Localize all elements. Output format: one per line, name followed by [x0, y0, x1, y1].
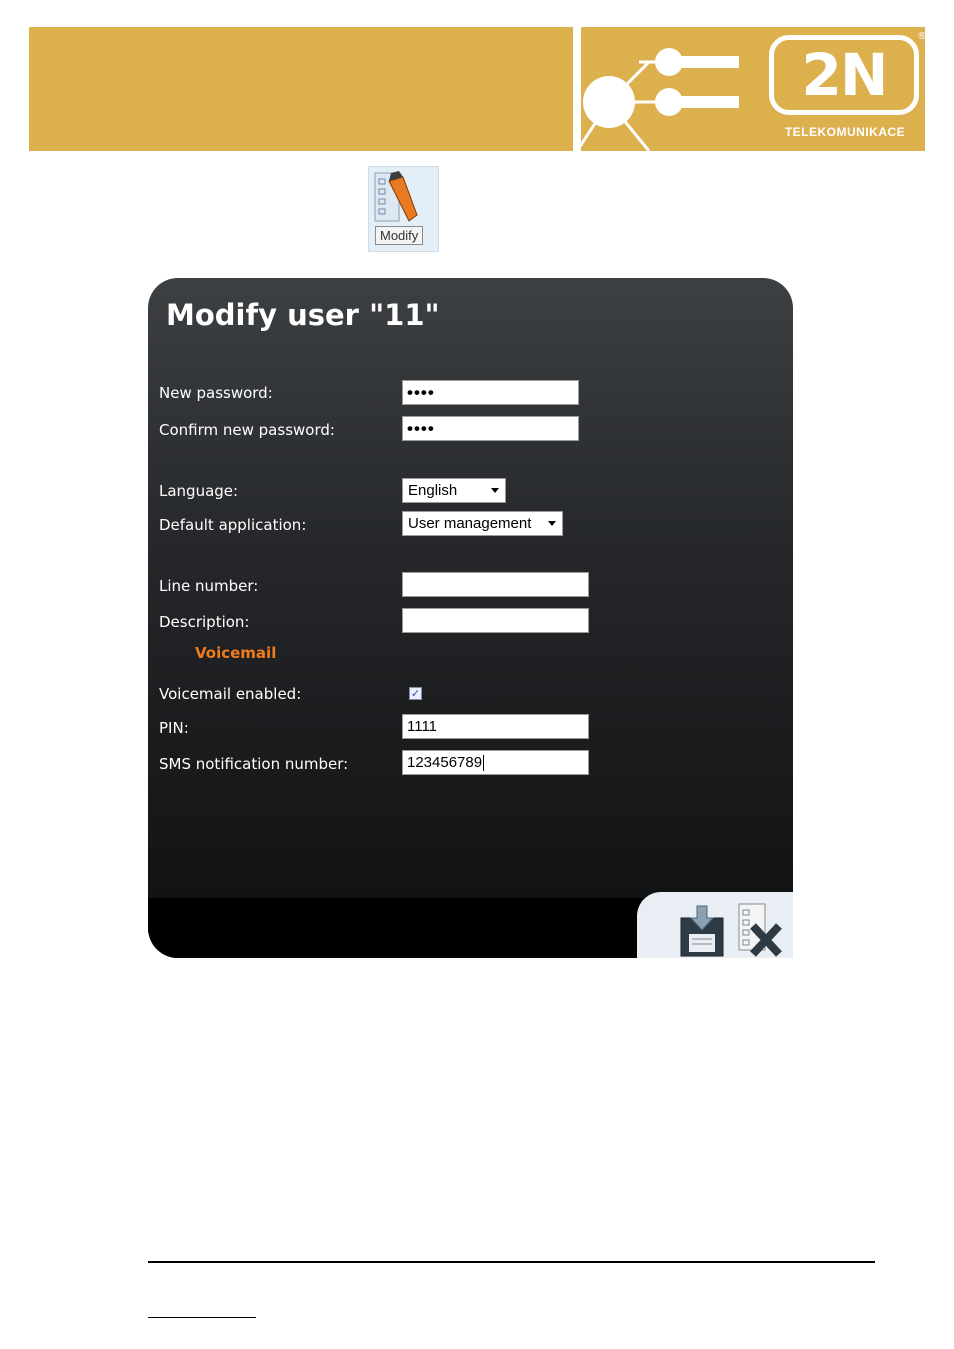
default-application-select[interactable]: User management: [402, 511, 563, 536]
dialog-actions: [637, 892, 793, 958]
new-password-label: New password:: [159, 384, 273, 402]
confirm-password-label: Confirm new password:: [159, 421, 335, 439]
logo-subtitle: TELEKOMUNIKACE: [784, 125, 906, 139]
default-application-label: Default application:: [159, 516, 307, 534]
confirm-password-input[interactable]: ••••: [402, 416, 579, 441]
description-label: Description:: [159, 613, 250, 631]
edit-pencil-icon: [374, 171, 418, 222]
voicemail-section-heading: Voicemail: [195, 644, 277, 662]
new-password-input[interactable]: ••••: [402, 380, 579, 405]
footnote-rule: [148, 1317, 256, 1318]
language-value: English: [408, 482, 458, 499]
chevron-down-icon: [491, 488, 499, 493]
chevron-down-icon: [548, 521, 556, 526]
sms-number-value: 123456789: [407, 754, 483, 771]
modify-button[interactable]: Modify: [368, 166, 439, 252]
line-number-label: Line number:: [159, 577, 259, 595]
modify-user-dialog: Modify user "11" New password: •••• Conf…: [148, 278, 793, 958]
text-caret: [483, 755, 485, 772]
circuit-graphic: [575, 48, 739, 151]
line-number-input[interactable]: [402, 572, 589, 597]
cancel-x-icon: [738, 903, 782, 957]
save-disk-icon: [680, 905, 724, 957]
default-application-value: User management: [408, 515, 532, 532]
voicemail-enabled-checkbox[interactable]: ✓: [409, 687, 422, 700]
pin-label: PIN:: [159, 719, 189, 737]
header-banner: 2N ® TELEKOMUNIKACE: [29, 27, 925, 151]
registered-mark: ®: [917, 31, 925, 42]
sms-number-input[interactable]: 123456789: [402, 750, 589, 775]
pin-input[interactable]: 1111: [402, 714, 589, 739]
description-input[interactable]: [402, 608, 589, 633]
save-button[interactable]: [677, 904, 727, 958]
company-logo: 2N ® TELEKOMUNIKACE: [769, 31, 925, 139]
cancel-button[interactable]: [735, 902, 785, 958]
dialog-title: Modify user "11": [166, 298, 440, 332]
voicemail-enabled-label: Voicemail enabled:: [159, 685, 302, 703]
language-label: Language:: [159, 482, 239, 500]
language-select[interactable]: English: [402, 478, 506, 503]
logo-mark: 2N: [769, 35, 919, 115]
footer-rule: [148, 1261, 875, 1263]
sms-number-label: SMS notification number:: [159, 755, 349, 773]
modify-tooltip: Modify: [375, 226, 424, 245]
